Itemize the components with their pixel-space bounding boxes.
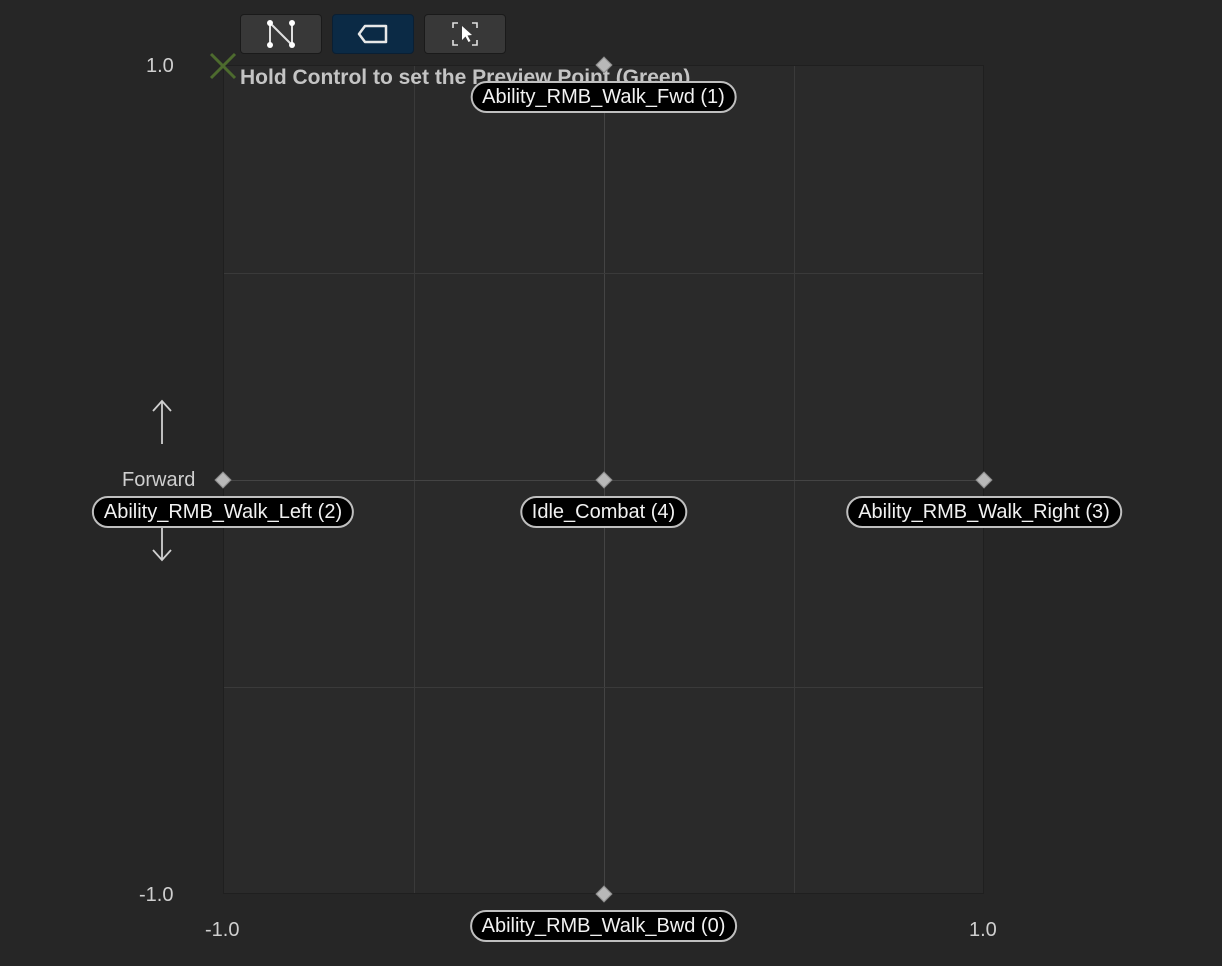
preview-point-marker[interactable] — [208, 51, 238, 81]
x-min-label: -1.0 — [205, 919, 240, 941]
sample-label[interactable]: Ability_RMB_Walk_Fwd (1) — [470, 81, 737, 113]
triangulation-icon — [267, 20, 295, 48]
grid-line — [224, 687, 983, 688]
sample-label[interactable]: Idle_Combat (4) — [519, 495, 688, 528]
fit-view-button[interactable] — [424, 14, 506, 54]
x-max-label: 1.0 — [969, 919, 997, 941]
sample-label[interactable]: Ability_RMB_Walk_Right (3) — [846, 495, 1122, 528]
y-min-label: -1.0 — [139, 884, 174, 906]
label-tag-icon — [357, 24, 388, 44]
show-labels-button[interactable] — [332, 14, 414, 54]
arrow-up-icon — [152, 399, 172, 444]
fit-view-icon — [452, 22, 478, 46]
y-max-label: 1.0 — [146, 55, 174, 77]
sample-label[interactable]: Ability_RMB_Walk_Left (2) — [91, 495, 355, 528]
triangulation-button[interactable] — [240, 14, 322, 54]
y-axis-name: Forward — [122, 469, 196, 491]
grid-line — [224, 273, 983, 274]
arrow-down-icon — [152, 526, 172, 562]
sample-label[interactable]: Ability_RMB_Walk_Bwd (0) — [469, 910, 738, 942]
